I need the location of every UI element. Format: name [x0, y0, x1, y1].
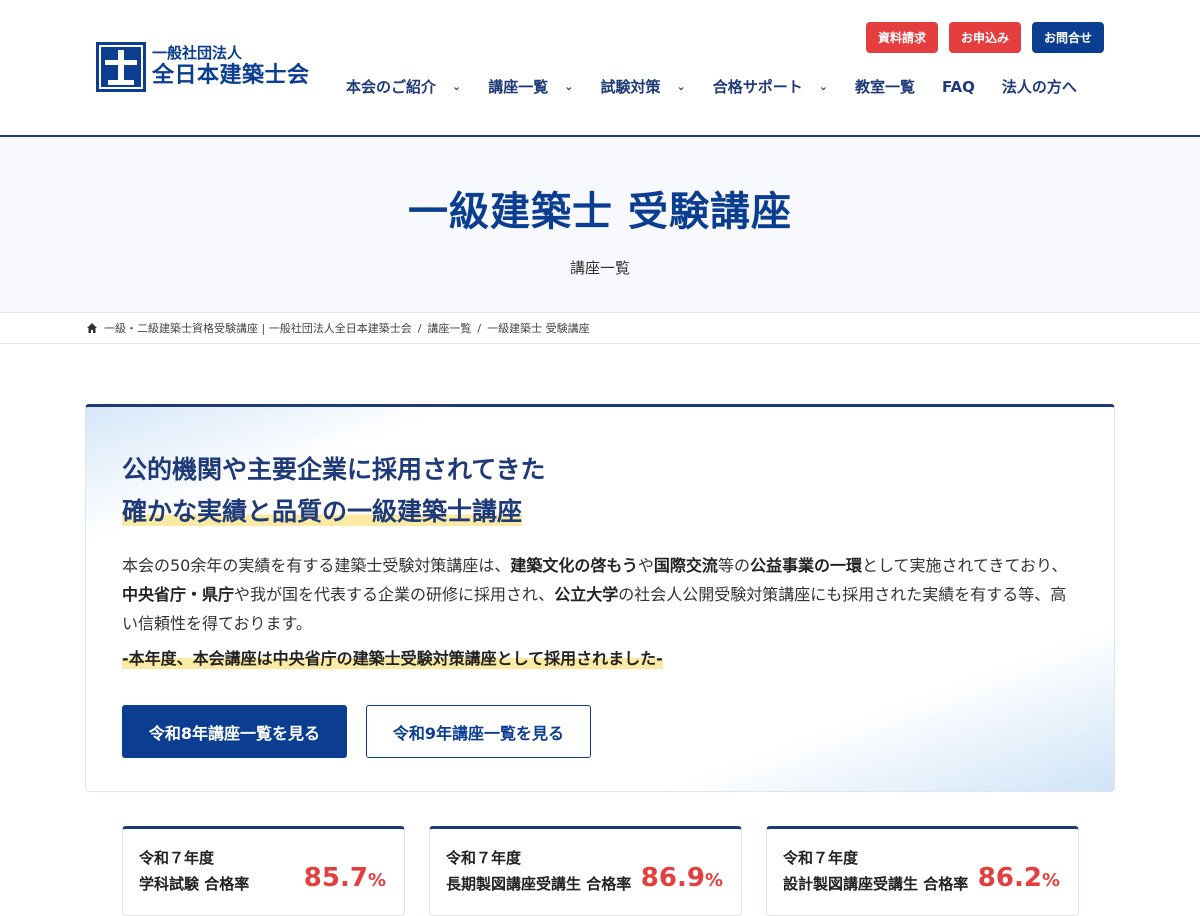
stat-year: 令和７年度 [446, 849, 522, 867]
intro-body-emphasis: 建築文化の啓もう [510, 556, 638, 575]
stat-card-long-term-drafting: 令和７年度 長期製図講座受講生 合格率 86.9% [429, 826, 742, 916]
stat-year: 令和７年度 [783, 849, 859, 867]
nav-item-classrooms[interactable]: 教室一覧 [855, 76, 915, 97]
view-r8-courses-button[interactable]: 令和8年講座一覧を見る [122, 705, 347, 758]
logo-subtitle: 一般社団法人 [152, 44, 243, 62]
breadcrumb: 一級・二級建築士資格受験講座 | 一般社団法人全日本建築士会 / 講座一覧 / … [0, 312, 1200, 344]
chevron-down-icon: ⌄ [452, 80, 462, 93]
intro-body: 本会の50余年の実績を有する建築士受験対策講座は、建築文化の啓もうや国際交流等の… [122, 551, 1082, 638]
stat-card-academic: 令和７年度 学科試験 合格率 85.7% [122, 826, 405, 916]
chevron-down-icon: ⌄ [676, 80, 686, 93]
intro-body-emphasis: 中央省庁・県庁 [122, 585, 235, 604]
stat-value: 86.2% [977, 863, 1060, 893]
nav-item-about[interactable]: 本会のご紹介 ⌄ [346, 76, 461, 97]
breadcrumb-current: 一級建築士 受験講座 [487, 322, 590, 335]
site-header: 一般社団法人 全日本建築士会 資料請求 お申込み お問合せ 本会のご紹介 ⌄ 講座… [0, 0, 1200, 137]
stat-label: 長期製図講座受講生 合格率 [446, 875, 632, 893]
logo-mark-icon [96, 42, 146, 92]
nav-item-corporate[interactable]: 法人の方へ [1002, 76, 1077, 97]
page-subtitle: 講座一覧 [569, 259, 630, 277]
stat-label: 設計製図講座受講生 合格率 [783, 875, 969, 893]
chevron-down-icon: ⌄ [818, 80, 828, 93]
intro-body-text: や我が国を代表する企業の研修に採用され、 [234, 585, 555, 604]
breadcrumb-link-home[interactable]: 一級・二級建築士資格受験講座 | 一般社団法人全日本建築士会 [104, 320, 412, 336]
home-icon[interactable] [86, 322, 98, 334]
intro-body-text: 等の [717, 556, 750, 575]
nav-item-faq[interactable]: FAQ [942, 78, 975, 96]
intro-heading: 公的機関や主要企業に採用されてきた 確かな実績と品質の一級建築士講座 [122, 455, 546, 526]
nav-item-support[interactable]: 合格サポート ⌄ [713, 76, 828, 97]
stat-year: 令和７年度 [139, 849, 215, 867]
page-title: 一級建築士 受験講座 [408, 189, 792, 235]
chevron-down-icon: ⌄ [564, 80, 574, 93]
intro-body-emphasis: 公立大学 [554, 585, 619, 604]
intro-body-emphasis: 公益事業の一環 [749, 556, 862, 575]
intro-body-emphasis: 国際交流 [653, 556, 718, 575]
intro-body-text: や [637, 556, 654, 575]
stat-value: 85.7% [303, 863, 386, 893]
apply-button[interactable]: お申込み [948, 22, 1021, 53]
request-materials-button[interactable]: 資料請求 [865, 22, 938, 53]
intro-body-text: 本会の50余年の実績を有する建築士受験対策講座は、 [122, 556, 511, 575]
nav-item-exam-prep[interactable]: 試験対策 ⌄ [600, 76, 685, 97]
view-r9-courses-button[interactable]: 令和9年講座一覧を見る [366, 705, 591, 758]
stat-card-design-drafting: 令和７年度 設計製図講座受講生 合格率 86.2% [766, 826, 1079, 916]
header-utility-buttons: 資料請求 お申込み お問合せ [865, 22, 1104, 53]
intro-note: -本年度、本会講座は中央省庁の建築士受験対策講座として採用されました- [122, 645, 663, 669]
intro-card: 公的機関や主要企業に採用されてきた 確かな実績と品質の一級建築士講座 本会の50… [85, 404, 1115, 792]
stat-value: 86.9% [640, 863, 723, 893]
main-nav: 本会のご紹介 ⌄ 講座一覧 ⌄ 試験対策 ⌄ 合格サポート ⌄ 教室一覧 FAQ 法人の… [346, 76, 1077, 97]
breadcrumb-link-courses[interactable]: 講座一覧 [427, 320, 471, 336]
nav-item-courses[interactable]: 講座一覧 ⌄ [488, 76, 573, 97]
page-hero: 一級建築士 受験講座 講座一覧 [0, 137, 1200, 312]
site-logo[interactable]: 一般社団法人 全日本建築士会 [96, 42, 310, 92]
logo-title: 全日本建築士会 [152, 63, 310, 88]
stat-label: 学科試験 合格率 [139, 875, 250, 893]
contact-button[interactable]: お問合せ [1031, 22, 1104, 53]
intro-body-text: として実施されてきており、 [861, 556, 1068, 575]
